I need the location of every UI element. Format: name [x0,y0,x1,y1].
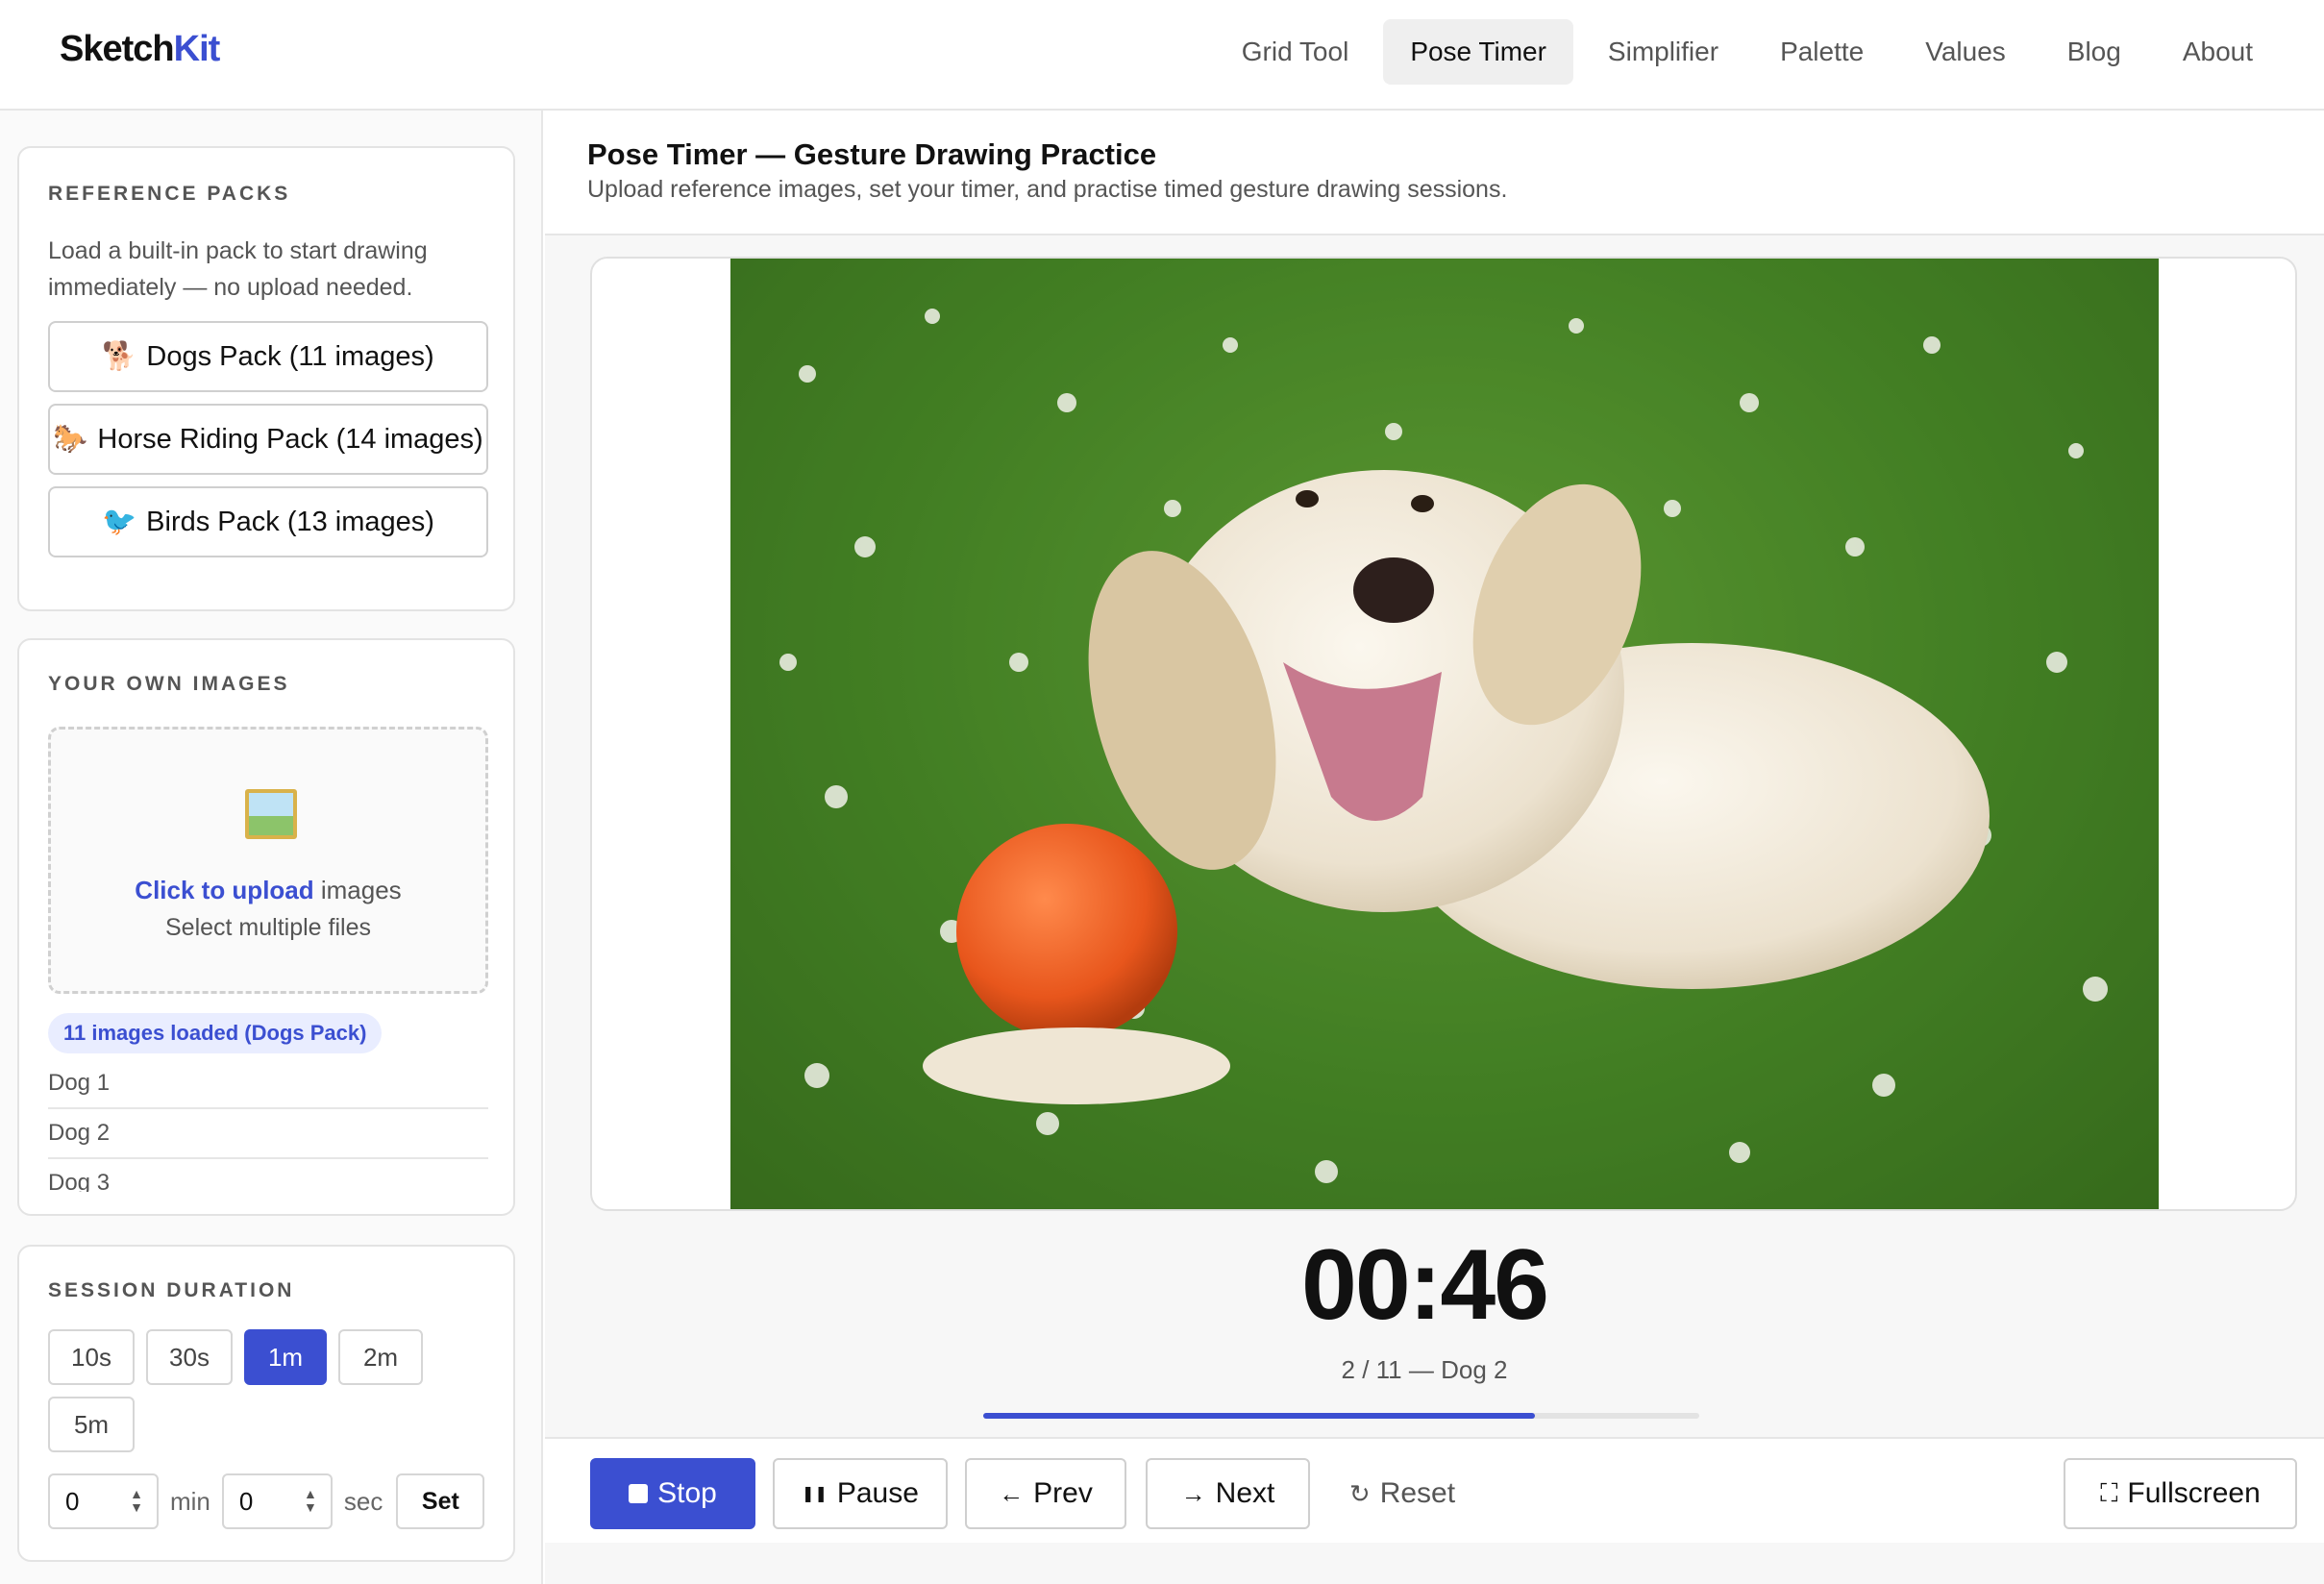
dog-photo-illustration [730,259,2159,1209]
dog-paws [923,1027,1230,1104]
pause-icon: ❚❚ [802,1486,828,1502]
brand-logo[interactable]: SketchKit [60,29,221,70]
stop-label: Stop [657,1477,717,1509]
nav-about[interactable]: About [2156,19,2280,85]
spinner-icon[interactable]: ▲ ▼ [130,1487,143,1514]
main-header: Pose Timer — Gesture Drawing Practice Up… [545,111,2324,235]
reset-button[interactable]: ↻ Reset [1322,1458,1483,1529]
session-duration-title: SESSION DURATION [48,1279,295,1301]
minutes-input[interactable]: 0 ▲ ▼ [48,1473,159,1529]
page-title: Pose Timer — Gesture Drawing Practice [587,137,1157,171]
reference-photo [730,259,2159,1209]
birds-pack-label: Birds Pack (13 images) [146,506,434,537]
next-label: Next [1215,1477,1275,1509]
stop-icon [629,1484,649,1503]
nav-grid-tool[interactable]: Grid Tool [1215,19,1376,85]
arrow-right-icon: → [1180,1478,1206,1508]
image-list-item[interactable]: Dog 3 [48,1159,488,1192]
image-list-item[interactable]: Dog 1 [48,1059,488,1109]
dogs-pack-label: Dogs Pack (11 images) [146,340,434,372]
dog-nose [1353,557,1434,623]
stop-button[interactable]: Stop [590,1458,755,1529]
orange-ball [956,824,1177,1039]
reference-packs-description: Load a built-in pack to start drawing im… [48,237,428,301]
session-progress-bar [983,1413,1699,1419]
fullscreen-icon: ⛶ [2100,1478,2118,1507]
dogs-pack-button[interactable]: 🐕 Dogs Pack (11 images) [48,321,488,392]
session-progress-fill [983,1413,1535,1419]
dog-icon: 🐕 [102,341,137,372]
upload-prompt: Click to upload images [51,876,485,905]
picture-icon [245,789,297,839]
horse-riding-pack-label: Horse Riding Pack (14 images) [97,423,483,455]
main-area: Pose Timer — Gesture Drawing Practice Up… [545,111,2324,1584]
session-duration-panel: SESSION DURATION 10s 30s 1m 2m 5m 0 ▲ ▼ m… [17,1245,515,1562]
custom-duration: 0 ▲ ▼ min 0 ▲ ▼ sec Set [48,1473,485,1529]
upload-dropzone[interactable]: Click to upload images Select multiple f… [48,727,488,994]
page-subtitle: Upload reference images, set your timer,… [587,176,1508,203]
duration-5m-button[interactable]: 5m [48,1397,135,1452]
nav-blog[interactable]: Blog [2040,19,2148,85]
minutes-value: 0 [65,1486,80,1516]
duration-presets-row2: 5m [48,1397,135,1452]
minutes-label: min [170,1486,210,1516]
bird-icon: 🐦 [102,507,137,537]
main-nav: Grid Tool Pose Timer Simplifier Palette … [1215,19,2280,85]
seconds-label: sec [343,1486,383,1516]
prev-label: Prev [1033,1477,1093,1509]
nav-values[interactable]: Values [1898,19,2033,85]
nav-pose-timer[interactable]: Pose Timer [1383,19,1573,85]
upload-prompt-rest: images [313,876,402,904]
next-button[interactable]: → Next [1146,1458,1310,1529]
set-duration-button[interactable]: Set [396,1473,485,1529]
spinner-icon[interactable]: ▲ ▼ [304,1487,317,1514]
own-images-title: YOUR OWN IMAGES [48,673,290,695]
birds-pack-button[interactable]: 🐦 Birds Pack (13 images) [48,486,488,557]
sidebar: REFERENCE PACKS Load a built-in pack to … [0,111,543,1584]
image-list-item[interactable]: Dog 2 [48,1109,488,1159]
reference-packs-title: REFERENCE PACKS [48,183,291,205]
countdown-timer: 00:46 [1301,1229,1549,1341]
controls-bar: Stop ❚❚ Pause ← Prev → Next ↻ Reset ⛶ Fu… [545,1437,2324,1543]
nav-palette[interactable]: Palette [1753,19,1891,85]
dog-right-eye [1411,495,1434,512]
reset-label: Reset [1379,1477,1456,1509]
reset-icon: ↻ [1348,1478,1371,1508]
images-loaded-badge: 11 images loaded (Dogs Pack) [48,1013,383,1053]
top-navbar: SketchKit Grid Tool Pose Timer Simplifie… [0,0,2324,111]
brand-logo-part1: Sketch [60,29,175,69]
upload-hint: Select multiple files [165,914,371,941]
image-list[interactable]: Dog 1 Dog 2 Dog 3 [48,1059,488,1192]
pause-button[interactable]: ❚❚ Pause [773,1458,948,1529]
duration-1m-button[interactable]: 1m [244,1329,327,1385]
own-images-panel: YOUR OWN IMAGES Click to upload images S… [17,638,515,1216]
dog-left-eye [1296,490,1319,507]
nav-simplifier[interactable]: Simplifier [1581,19,1745,85]
horse-riding-pack-button[interactable]: 🐎 Horse Riding Pack (14 images) [48,404,488,475]
reference-image-stage [590,257,2297,1211]
horse-icon: 🐎 [53,424,88,455]
prev-button[interactable]: ← Prev [965,1458,1126,1529]
image-counter: 2 / 11 — Dog 2 [1341,1355,1508,1384]
upload-link[interactable]: Click to upload [135,876,313,904]
arrow-left-icon: ← [999,1478,1025,1508]
seconds-input[interactable]: 0 ▲ ▼ [221,1473,333,1529]
brand-logo-part2: Kit [173,29,221,69]
duration-2m-button[interactable]: 2m [338,1329,423,1385]
seconds-value: 0 [238,1486,254,1516]
duration-30s-button[interactable]: 30s [146,1329,233,1385]
pause-label: Pause [836,1477,919,1509]
reference-packs-panel: REFERENCE PACKS Load a built-in pack to … [17,146,515,611]
fullscreen-label: Fullscreen [2127,1477,2261,1509]
duration-presets: 10s 30s 1m 2m [48,1329,423,1385]
duration-10s-button[interactable]: 10s [48,1329,135,1385]
fullscreen-button[interactable]: ⛶ Fullscreen [2064,1458,2297,1529]
